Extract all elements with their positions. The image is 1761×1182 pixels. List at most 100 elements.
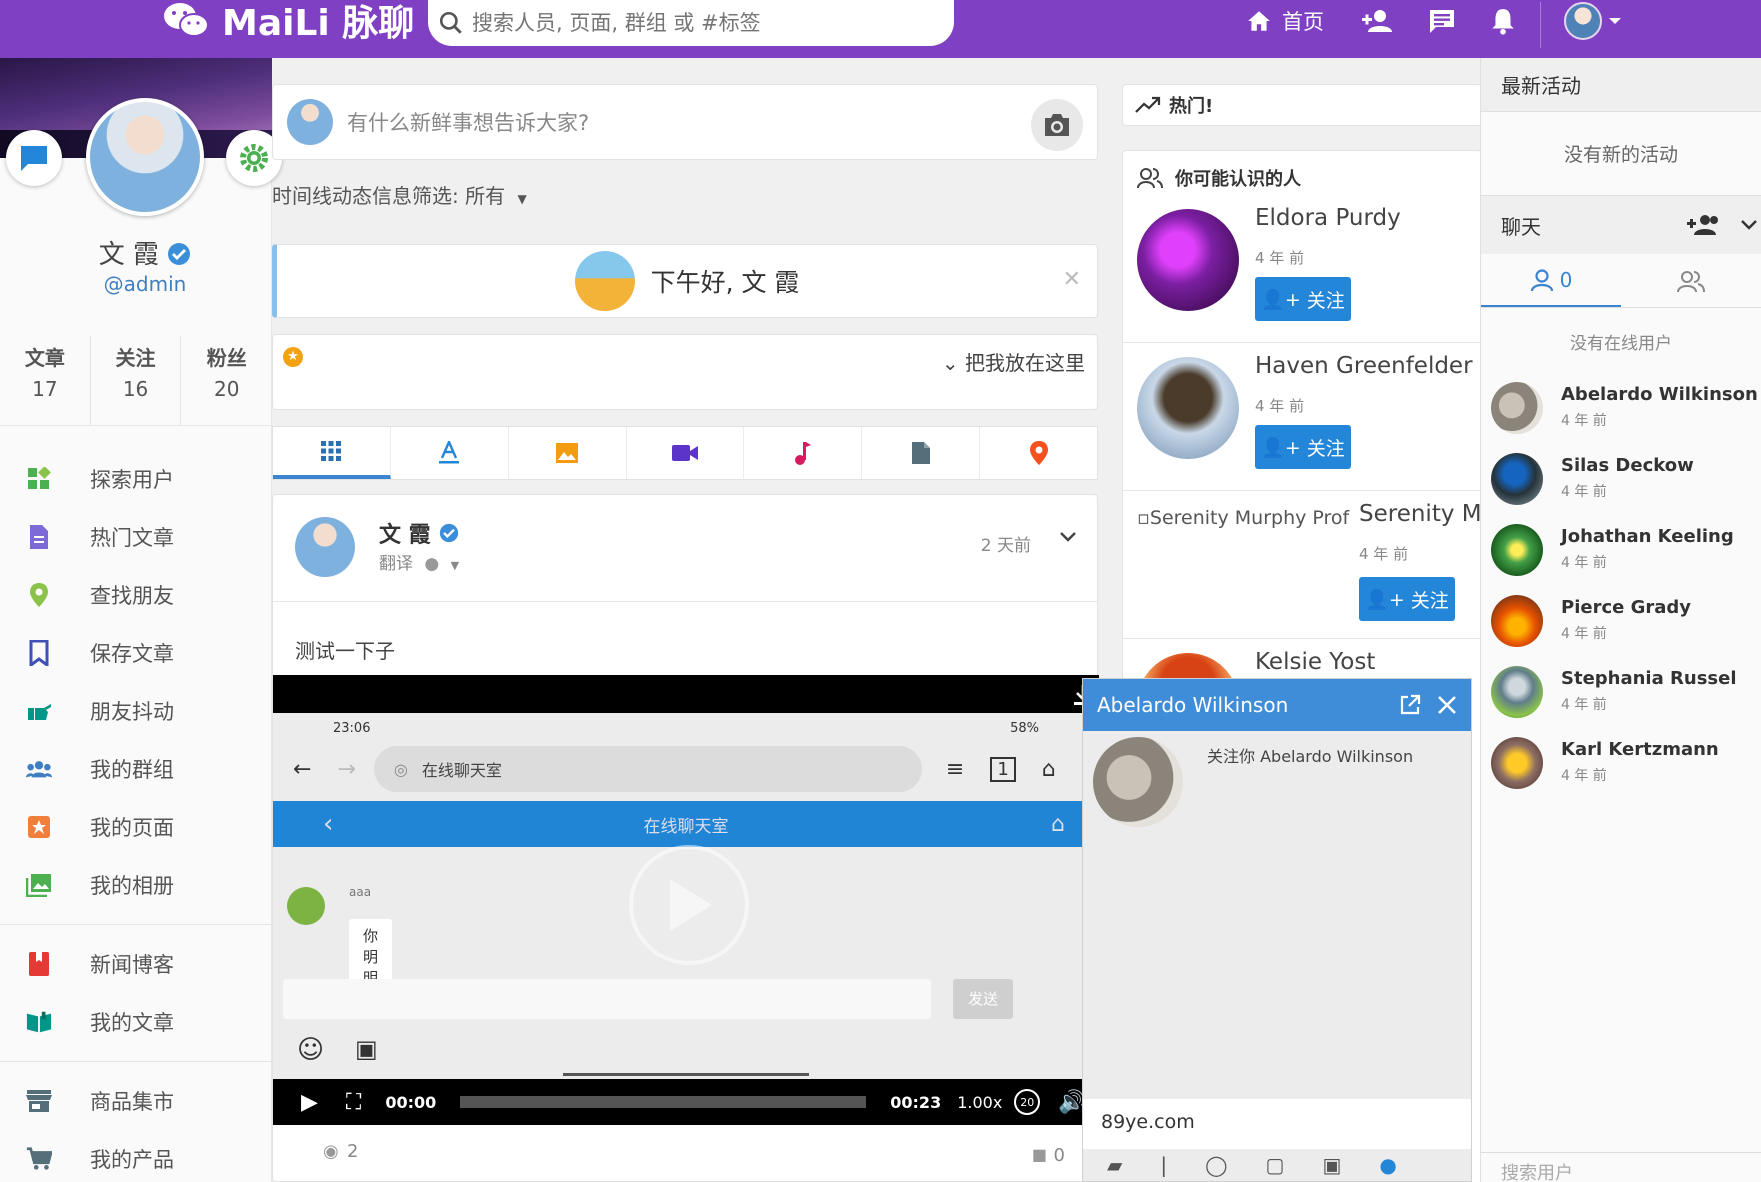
sidebar-item-market[interactable]: 商品集市	[0, 1072, 272, 1130]
close-icon[interactable]	[1437, 695, 1457, 715]
brand-name: MaiLi 脉聊	[222, 3, 415, 44]
translate-link[interactable]: 翻译	[379, 554, 413, 574]
chat-user-item[interactable]: Johathan Keeling 4 年 前	[1481, 516, 1761, 587]
playback-speed[interactable]: 1.00x	[957, 1093, 1002, 1112]
suggestion-name[interactable]: Haven Greenfelder	[1255, 353, 1473, 379]
play-overlay-button[interactable]	[629, 845, 749, 965]
profile-message-button[interactable]	[6, 130, 62, 186]
close-icon[interactable]: ✕	[1063, 267, 1081, 292]
search-users-input[interactable]: 搜索用户	[1481, 1152, 1761, 1182]
chat-user-item[interactable]: Stephania Russel 4 年 前	[1481, 658, 1761, 729]
video-progress-bar[interactable]	[460, 1096, 867, 1108]
image-placeholder-icon: ▫	[1137, 507, 1150, 529]
suggestion-name[interactable]: Kelsie Yost	[1255, 649, 1375, 675]
sidebar-item-pages[interactable]: 我的页面	[0, 798, 272, 856]
tab-online-users[interactable]: 0	[1481, 254, 1621, 307]
chat-user-avatar	[1491, 524, 1543, 576]
follow-button[interactable]: 👤+ 关注	[1255, 277, 1351, 321]
profile-handle[interactable]: @admin	[0, 272, 290, 296]
post-options-button[interactable]	[1059, 531, 1077, 543]
stat-followers[interactable]: 粉丝 20	[181, 336, 272, 425]
attachment-icon[interactable]: ▰	[1107, 1153, 1122, 1177]
brand-logo[interactable]: MaiLi 脉聊	[162, 0, 414, 44]
broken-image-alt[interactable]: ▫Serenity Murphy Prof	[1137, 507, 1359, 529]
stat-posts[interactable]: 文章 17	[0, 336, 91, 425]
chat-user-time: 4 年 前	[1561, 697, 1607, 713]
tab-all[interactable]	[273, 427, 391, 479]
chevron-down-icon[interactable]	[1608, 0, 1622, 42]
rewind-button[interactable]: 20	[1014, 1089, 1041, 1115]
follow-button[interactable]: 👤+ 关注	[1359, 577, 1455, 621]
camera-button[interactable]	[1031, 99, 1083, 151]
sidebar-item-poke[interactable]: 朋友抖动	[0, 682, 272, 740]
sidebar-item-explore[interactable]: 探索用户	[0, 450, 272, 508]
timeline-filter[interactable]: 时间线动态信息筛选: 所有 ▼	[272, 180, 527, 209]
sidebar-item-label: 我的产品	[90, 1148, 174, 1172]
sticker-icon[interactable]: ▢	[1266, 1153, 1285, 1177]
notifications-button[interactable]	[1490, 0, 1516, 42]
pin-dropdown[interactable]: ⌄ 把我放在这里	[942, 347, 1085, 376]
chat-title: 聊天	[1501, 214, 1541, 239]
suggestion-name[interactable]: Serenity Mu	[1359, 501, 1496, 527]
post-author-avatar[interactable]	[295, 517, 355, 577]
sidebar-item-albums[interactable]: 我的相册	[0, 856, 272, 914]
messages-button[interactable]	[1428, 0, 1456, 42]
follow-button[interactable]: 👤+ 关注	[1255, 425, 1351, 469]
search-box[interactable]	[428, 0, 954, 46]
composer-placeholder[interactable]: 有什么新鲜事想告诉大家?	[347, 107, 589, 137]
home-link[interactable]: 首页	[1246, 0, 1324, 42]
post-card: 文 霞 翻译 ● ▼ 2 天前 测试一下子 23:06 58% ← → ◎ 在线…	[272, 494, 1099, 1182]
suggestion-name[interactable]: Eldora Purdy	[1255, 205, 1401, 231]
chat-note: 关注你 Abelardo Wilkinson	[1207, 747, 1414, 766]
fullscreen-icon[interactable]: ⛶	[346, 1090, 361, 1115]
suggestion-avatar[interactable]	[1137, 357, 1239, 459]
user-avatar-menu[interactable]	[1564, 2, 1602, 40]
chat-user-item[interactable]: Silas Deckow 4 年 前	[1481, 445, 1761, 516]
tab-video[interactable]	[627, 427, 745, 479]
trending-card[interactable]: 热门!	[1122, 84, 1482, 126]
phone-status-bar: 23:06 58%	[273, 713, 1099, 743]
chat-header[interactable]: 聊天	[1481, 196, 1761, 254]
chevron-down-icon[interactable]	[1741, 220, 1757, 230]
sidebar-item-my-articles[interactable]: 我的文章	[0, 993, 272, 1051]
tab-file[interactable]	[862, 427, 981, 479]
suggestion-avatar[interactable]	[1137, 209, 1239, 311]
chat-user-item[interactable]: Karl Kertzmann 4 年 前	[1481, 729, 1761, 800]
video-player[interactable]: 23:06 58% ← → ◎ 在线聊天室 ≡ 1 ⌂ ‹ 在线聊天室 ⌂ aa…	[273, 675, 1099, 1125]
tab-all-users[interactable]	[1621, 254, 1761, 307]
sidebar-item-saved[interactable]: 保存文章	[0, 624, 272, 682]
tab-photo[interactable]	[509, 427, 627, 479]
sidebar-item-find-friends[interactable]: 查找朋友	[0, 566, 272, 624]
sidebar-item-hot-posts[interactable]: 热门文章	[0, 508, 272, 566]
post-privacy[interactable]: 翻译 ● ▼	[379, 549, 459, 574]
emoji-icon[interactable]: ◯	[1205, 1153, 1227, 1177]
sidebar-item-products[interactable]: 我的产品	[0, 1130, 272, 1182]
chat-window-header[interactable]: Abelardo Wilkinson	[1083, 679, 1471, 731]
color-icon[interactable]: ●	[1379, 1153, 1396, 1177]
image-icon[interactable]: ▣	[1322, 1153, 1341, 1177]
chat-input[interactable]: 89ye.com	[1083, 1099, 1471, 1149]
comment-icon[interactable]: ■	[1032, 1145, 1047, 1164]
post-composer[interactable]: 有什么新鲜事想告诉大家?	[272, 84, 1098, 160]
tab-music[interactable]	[744, 427, 863, 479]
post-author-name[interactable]: 文 霞	[379, 517, 459, 549]
comment-count[interactable]: 0	[1054, 1145, 1065, 1166]
chat-user-item[interactable]: Pierce Grady 4 年 前	[1481, 587, 1761, 658]
friend-requests-button[interactable]	[1360, 0, 1394, 42]
chat-user-item[interactable]: Abelardo Wilkinson 4 年 前	[1481, 374, 1761, 445]
profile-name[interactable]: 文 霞	[0, 234, 290, 271]
external-link-icon[interactable]	[1399, 694, 1421, 716]
play-button[interactable]: ▶	[301, 1090, 318, 1115]
people-icon	[1137, 168, 1163, 189]
pin-widget: ★ ⌄ 把我放在这里	[272, 334, 1098, 410]
sidebar-item-groups[interactable]: 我的群组	[0, 740, 272, 798]
tab-text[interactable]	[391, 427, 509, 479]
add-person-icon[interactable]	[1687, 213, 1721, 237]
search-input[interactable]	[472, 11, 912, 35]
tab-location[interactable]	[980, 427, 1097, 479]
stat-following[interactable]: 关注 16	[91, 336, 182, 425]
post-time[interactable]: 2 天前	[981, 531, 1031, 556]
microphone-icon[interactable]: |	[1160, 1153, 1167, 1177]
sidebar-item-blog[interactable]: 新闻博客	[0, 935, 272, 993]
profile-avatar[interactable]	[86, 98, 204, 216]
